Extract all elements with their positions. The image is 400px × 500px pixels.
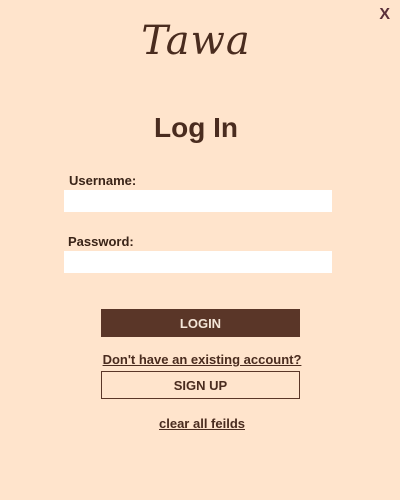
login-button[interactable]: LOGIN	[101, 309, 300, 337]
password-field[interactable]	[64, 251, 332, 273]
signup-button[interactable]: SIGN UP	[101, 371, 300, 399]
page-title: Log In	[154, 112, 238, 143]
no-account-link[interactable]: Don't have an existing account?	[0, 352, 400, 367]
username-field[interactable]	[64, 190, 332, 212]
clear-fields-link[interactable]: clear all feilds	[0, 416, 400, 431]
brand-logo: Tawa	[141, 18, 251, 64]
password-label: Password:	[68, 234, 134, 249]
username-label: Username:	[69, 173, 137, 188]
